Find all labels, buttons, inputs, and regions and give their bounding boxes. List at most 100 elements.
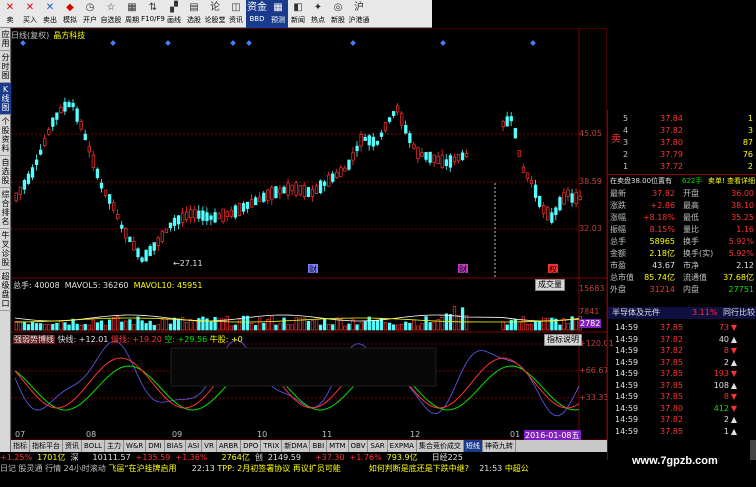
candle-body[interactable] <box>79 121 83 130</box>
indicator-tab-14[interactable]: BBI <box>310 440 328 452</box>
indicator-tab-8[interactable]: ASI <box>186 440 203 452</box>
candle-body[interactable] <box>359 134 363 147</box>
candle-body[interactable] <box>237 203 242 216</box>
candle-body[interactable] <box>128 236 132 243</box>
candle-body[interactable] <box>43 138 47 146</box>
candle-body[interactable] <box>14 192 18 202</box>
candle-body[interactable] <box>306 187 311 197</box>
toolbar-btn-3[interactable]: ◆ 模拟 <box>60 0 80 28</box>
indicator-tab-18[interactable]: EXPMA <box>388 440 417 452</box>
candle-body[interactable] <box>448 155 453 168</box>
toolbar-btn-15[interactable]: ✦ 热点 <box>308 0 328 28</box>
candle-body[interactable] <box>270 186 274 200</box>
indicator-tab-1[interactable]: 指标平台 <box>30 440 63 452</box>
candle-body[interactable] <box>205 212 209 222</box>
candle-body[interactable] <box>570 193 574 203</box>
left-tab-6[interactable]: 牛叉诊股 <box>0 229 11 270</box>
candle-body[interactable] <box>254 197 258 206</box>
left-tab-2[interactable]: K线图 <box>0 83 11 115</box>
indicator-tab-12[interactable]: TRIX <box>261 440 283 452</box>
event-diamond-5[interactable] <box>350 40 356 46</box>
candle-body[interactable] <box>412 143 416 149</box>
candle-body[interactable] <box>396 105 400 113</box>
candle-body[interactable] <box>416 147 420 159</box>
candle-body[interactable] <box>432 154 436 163</box>
candle-body[interactable] <box>71 102 75 108</box>
kline-chart[interactable]: ←27.11 财 财 权 <box>11 28 607 440</box>
candle-body[interactable] <box>562 192 566 205</box>
indicator-tab-4[interactable]: 主力 <box>105 440 124 452</box>
left-tab-7[interactable]: 超级盘口 <box>0 270 11 311</box>
sell-row-0[interactable]: 5 37.84 1 <box>608 113 756 125</box>
candle-body[interactable] <box>225 211 229 218</box>
candle-body[interactable] <box>241 203 246 212</box>
left-tab-0[interactable]: 应用 <box>0 28 11 51</box>
toolbar-btn-14[interactable]: ◧ 新闻 <box>288 0 308 28</box>
candle-body[interactable] <box>286 182 290 196</box>
candle-body[interactable] <box>18 186 23 195</box>
candle-body[interactable] <box>574 191 578 205</box>
indicator-tab-3[interactable]: BOLL <box>82 440 105 452</box>
scroll-handle[interactable] <box>750 440 756 460</box>
indicator-tab-15[interactable]: MTM <box>327 440 349 452</box>
candle-body[interactable] <box>229 209 233 217</box>
candle-body[interactable] <box>274 186 278 198</box>
toolbar-btn-6[interactable]: ▦ 周期 <box>122 0 142 28</box>
candle-body[interactable] <box>75 108 79 122</box>
toolbar-btn-5[interactable]: ☆ 自选股 <box>100 0 122 28</box>
candle-body[interactable] <box>387 117 392 122</box>
candle-body[interactable] <box>30 167 35 178</box>
candle-body[interactable] <box>221 208 225 222</box>
candle-body[interactable] <box>59 107 63 114</box>
candle-body[interactable] <box>107 194 112 204</box>
candle-body[interactable] <box>262 192 266 202</box>
candle-body[interactable] <box>245 201 250 209</box>
candle-body[interactable] <box>436 155 440 164</box>
candle-body[interactable] <box>424 152 428 160</box>
candle-body[interactable] <box>404 125 408 134</box>
candle-body[interactable] <box>558 197 562 211</box>
candle-body[interactable] <box>351 152 355 161</box>
indicator-tab-2[interactable]: 资讯 <box>63 440 82 452</box>
candle-body[interactable] <box>456 154 461 162</box>
candle-body[interactable] <box>233 205 238 218</box>
event-diamond-4[interactable] <box>246 40 252 46</box>
candle-body[interactable] <box>428 151 432 163</box>
left-tab-5[interactable]: 综合排名 <box>0 188 11 229</box>
toolbar-btn-13[interactable]: ▦ 预测 <box>268 0 288 28</box>
candle-body[interactable] <box>310 189 315 197</box>
event-diamond-0[interactable] <box>20 40 26 46</box>
candle-body[interactable] <box>464 153 469 157</box>
candle-body[interactable] <box>566 189 570 197</box>
candle-body[interactable] <box>290 184 294 192</box>
candle-body[interactable] <box>83 133 87 141</box>
candle-body[interactable] <box>298 185 302 195</box>
event-diamond-7[interactable] <box>530 40 536 46</box>
candle-body[interactable] <box>509 116 513 122</box>
candle-body[interactable] <box>335 171 339 179</box>
candle-body[interactable] <box>538 196 542 207</box>
candle-body[interactable] <box>144 249 148 262</box>
indicator-tab-19[interactable]: 集合竞价成交 <box>417 440 464 452</box>
indicator-tab-11[interactable]: DPO <box>241 440 262 452</box>
candle-body[interactable] <box>347 159 351 170</box>
sell-row-4[interactable]: 1 37.72 2 <box>608 161 756 173</box>
order-alert[interactable]: 在卖盘38.00位置有 622手 卖单! 查看详细 <box>608 174 756 186</box>
candle-body[interactable] <box>132 241 136 251</box>
indicator-name[interactable]: 强弱势博线 <box>13 335 55 344</box>
candle-body[interactable] <box>533 184 538 198</box>
candle-body[interactable] <box>213 212 217 223</box>
event-diamond-2[interactable] <box>165 40 171 46</box>
candle-body[interactable] <box>525 172 530 179</box>
candle-body[interactable] <box>124 228 128 239</box>
candle-body[interactable] <box>26 173 31 184</box>
candle-body[interactable] <box>331 173 335 182</box>
indicator-tab-16[interactable]: OBV <box>349 440 369 452</box>
candle-body[interactable] <box>302 185 307 197</box>
candle-body[interactable] <box>314 185 319 194</box>
candle-body[interactable] <box>542 205 546 214</box>
candle-body[interactable] <box>529 179 534 184</box>
toolbar-btn-4[interactable]: ◷ 开户 <box>80 0 100 28</box>
candle-body[interactable] <box>278 188 282 194</box>
indicator-tab-5[interactable]: W&R <box>124 440 147 452</box>
